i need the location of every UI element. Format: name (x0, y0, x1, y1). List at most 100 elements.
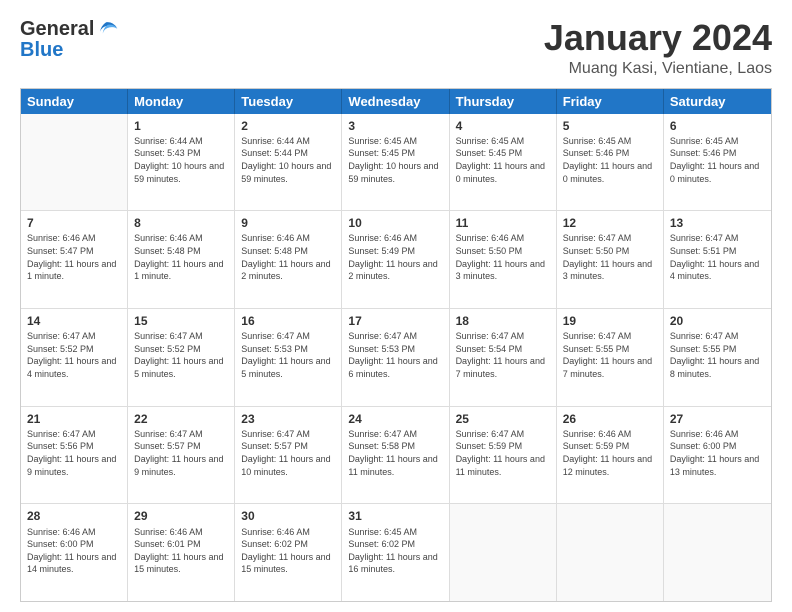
calendar-cell (557, 504, 664, 601)
day-number: 7 (27, 215, 121, 231)
day-number: 24 (348, 411, 442, 427)
day-number: 31 (348, 508, 442, 524)
day-number: 15 (134, 313, 228, 329)
calendar-cell: 25Sunrise: 6:47 AMSunset: 5:59 PMDayligh… (450, 407, 557, 504)
calendar-cell: 5Sunrise: 6:45 AMSunset: 5:46 PMDaylight… (557, 114, 664, 211)
header-day-saturday: Saturday (664, 89, 771, 114)
cell-info: Sunrise: 6:46 AMSunset: 6:00 PMDaylight:… (27, 526, 121, 576)
calendar-cell: 19Sunrise: 6:47 AMSunset: 5:55 PMDayligh… (557, 309, 664, 406)
calendar-row-1: 7Sunrise: 6:46 AMSunset: 5:47 PMDaylight… (21, 211, 771, 309)
header-day-sunday: Sunday (21, 89, 128, 114)
cell-info: Sunrise: 6:47 AMSunset: 5:56 PMDaylight:… (27, 428, 121, 478)
cell-info: Sunrise: 6:47 AMSunset: 5:55 PMDaylight:… (563, 330, 657, 380)
header-day-monday: Monday (128, 89, 235, 114)
day-number: 22 (134, 411, 228, 427)
calendar-cell (450, 504, 557, 601)
cell-info: Sunrise: 6:47 AMSunset: 5:52 PMDaylight:… (134, 330, 228, 380)
day-number: 13 (670, 215, 765, 231)
day-number: 3 (348, 118, 442, 134)
day-number: 12 (563, 215, 657, 231)
calendar-cell: 18Sunrise: 6:47 AMSunset: 5:54 PMDayligh… (450, 309, 557, 406)
day-number: 26 (563, 411, 657, 427)
header-day-thursday: Thursday (450, 89, 557, 114)
day-number: 25 (456, 411, 550, 427)
logo-flag-icon (94, 20, 120, 40)
calendar-cell: 9Sunrise: 6:46 AMSunset: 5:48 PMDaylight… (235, 211, 342, 308)
calendar-header: SundayMondayTuesdayWednesdayThursdayFrid… (21, 89, 771, 114)
cell-info: Sunrise: 6:47 AMSunset: 5:55 PMDaylight:… (670, 330, 765, 380)
calendar-row-0: 1Sunrise: 6:44 AMSunset: 5:43 PMDaylight… (21, 114, 771, 212)
calendar-cell (664, 504, 771, 601)
header: General Blue January 2024 Muang Kasi, Vi… (20, 18, 772, 78)
day-number: 18 (456, 313, 550, 329)
cell-info: Sunrise: 6:46 AMSunset: 5:59 PMDaylight:… (563, 428, 657, 478)
cell-info: Sunrise: 6:47 AMSunset: 5:51 PMDaylight:… (670, 232, 765, 282)
day-number: 29 (134, 508, 228, 524)
day-number: 14 (27, 313, 121, 329)
calendar-cell: 30Sunrise: 6:46 AMSunset: 6:02 PMDayligh… (235, 504, 342, 601)
calendar-cell: 28 Sunrise: 6:46 AMSunset: 6:00 PMDayligh… (21, 504, 128, 601)
calendar-cell: 7Sunrise: 6:46 AMSunset: 5:47 PMDaylight… (21, 211, 128, 308)
cell-info: Sunrise: 6:47 AMSunset: 5:50 PMDaylight:… (563, 232, 657, 282)
day-number: 16 (241, 313, 335, 329)
calendar-cell: 29 Sunrise: 6:46 AMSunset: 6:01 PMDayligh… (128, 504, 235, 601)
day-number: 19 (563, 313, 657, 329)
cell-info: Sunrise: 6:45 AMSunset: 5:46 PMDaylight:… (670, 135, 765, 185)
calendar-row-4: 28 Sunrise: 6:46 AMSunset: 6:00 PMDayligh… (21, 504, 771, 601)
calendar-cell: 2Sunrise: 6:44 AMSunset: 5:44 PMDaylight… (235, 114, 342, 211)
calendar-cell: 24Sunrise: 6:47 AMSunset: 5:58 PMDayligh… (342, 407, 449, 504)
day-number: 2 (241, 118, 335, 134)
day-number: 1 (134, 118, 228, 134)
cell-info: Sunrise: 6:46 AMSunset: 6:00 PMDaylight:… (670, 428, 765, 478)
header-day-friday: Friday (557, 89, 664, 114)
cell-info: Sunrise: 6:46 AMSunset: 5:47 PMDaylight:… (27, 232, 121, 282)
calendar-cell: 3Sunrise: 6:45 AMSunset: 5:45 PMDaylight… (342, 114, 449, 211)
cell-info: Sunrise: 6:47 AMSunset: 5:59 PMDaylight:… (456, 428, 550, 478)
calendar-row-2: 14Sunrise: 6:47 AMSunset: 5:52 PMDayligh… (21, 309, 771, 407)
calendar-cell: 26Sunrise: 6:46 AMSunset: 5:59 PMDayligh… (557, 407, 664, 504)
day-number: 17 (348, 313, 442, 329)
calendar-row-3: 21Sunrise: 6:47 AMSunset: 5:56 PMDayligh… (21, 407, 771, 505)
calendar-cell: 17Sunrise: 6:47 AMSunset: 5:53 PMDayligh… (342, 309, 449, 406)
calendar-cell: 16Sunrise: 6:47 AMSunset: 5:53 PMDayligh… (235, 309, 342, 406)
calendar-cell: 10Sunrise: 6:46 AMSunset: 5:49 PMDayligh… (342, 211, 449, 308)
cell-info: Sunrise: 6:46 AMSunset: 5:49 PMDaylight:… (348, 232, 442, 282)
calendar-cell: 6Sunrise: 6:45 AMSunset: 5:46 PMDaylight… (664, 114, 771, 211)
cell-info: Sunrise: 6:46 AMSunset: 6:02 PMDaylight:… (241, 526, 335, 576)
calendar-cell: 21Sunrise: 6:47 AMSunset: 5:56 PMDayligh… (21, 407, 128, 504)
day-number: 9 (241, 215, 335, 231)
day-number: 4 (456, 118, 550, 134)
calendar-cell: 11Sunrise: 6:46 AMSunset: 5:50 PMDayligh… (450, 211, 557, 308)
day-number: 6 (670, 118, 765, 134)
calendar-cell: 13Sunrise: 6:47 AMSunset: 5:51 PMDayligh… (664, 211, 771, 308)
calendar-cell: 8Sunrise: 6:46 AMSunset: 5:48 PMDaylight… (128, 211, 235, 308)
cell-info: Sunrise: 6:45 AMSunset: 6:02 PMDaylight:… (348, 526, 442, 576)
calendar: SundayMondayTuesdayWednesdayThursdayFrid… (20, 88, 772, 602)
cell-info: Sunrise: 6:47 AMSunset: 5:53 PMDaylight:… (241, 330, 335, 380)
day-number: 28 (27, 508, 121, 524)
day-number: 8 (134, 215, 228, 231)
cell-info: Sunrise: 6:47 AMSunset: 5:52 PMDaylight:… (27, 330, 121, 380)
day-number: 23 (241, 411, 335, 427)
logo: General Blue (20, 18, 120, 62)
day-number: 21 (27, 411, 121, 427)
page: General Blue January 2024 Muang Kasi, Vi… (0, 0, 792, 612)
day-number: 27 (670, 411, 765, 427)
calendar-cell (21, 114, 128, 211)
cell-info: Sunrise: 6:46 AMSunset: 6:01 PMDaylight:… (134, 526, 228, 576)
calendar-cell: 23Sunrise: 6:47 AMSunset: 5:57 PMDayligh… (235, 407, 342, 504)
calendar-body: 1Sunrise: 6:44 AMSunset: 5:43 PMDaylight… (21, 114, 771, 601)
calendar-cell: 27Sunrise: 6:46 AMSunset: 6:00 PMDayligh… (664, 407, 771, 504)
cell-info: Sunrise: 6:46 AMSunset: 5:50 PMDaylight:… (456, 232, 550, 282)
calendar-cell: 20Sunrise: 6:47 AMSunset: 5:55 PMDayligh… (664, 309, 771, 406)
header-day-tuesday: Tuesday (235, 89, 342, 114)
day-number: 5 (563, 118, 657, 134)
calendar-cell: 31 Sunrise: 6:45 AMSunset: 6:02 PMDayligh… (342, 504, 449, 601)
logo-general-label: General (20, 18, 94, 41)
month-title: January 2024 (544, 18, 772, 58)
cell-info: Sunrise: 6:46 AMSunset: 5:48 PMDaylight:… (241, 232, 335, 282)
day-number: 20 (670, 313, 765, 329)
cell-info: Sunrise: 6:45 AMSunset: 5:45 PMDaylight:… (348, 135, 442, 185)
cell-info: Sunrise: 6:47 AMSunset: 5:53 PMDaylight:… (348, 330, 442, 380)
cell-info: Sunrise: 6:47 AMSunset: 5:57 PMDaylight:… (241, 428, 335, 478)
